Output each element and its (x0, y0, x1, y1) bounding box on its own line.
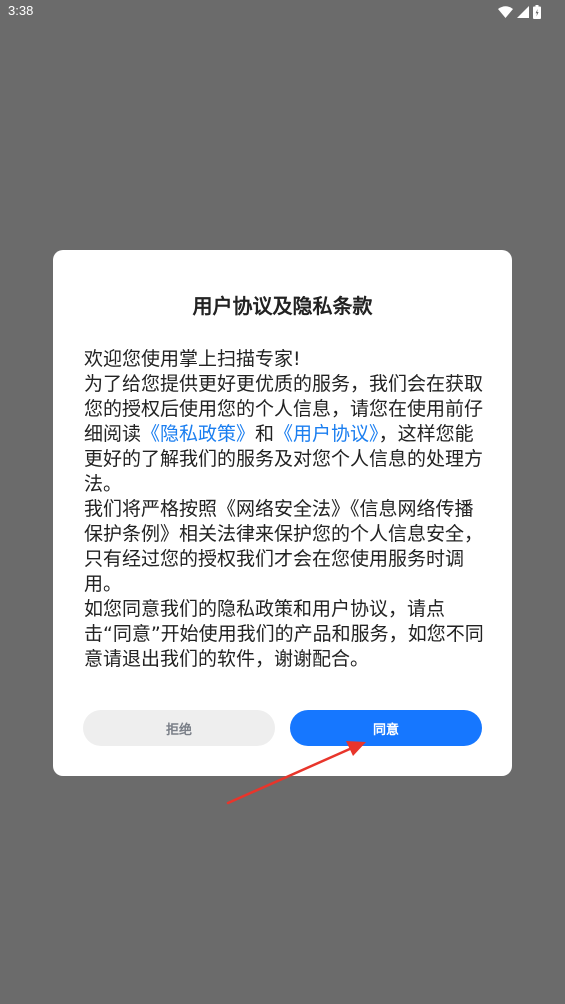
consent-paragraph: 如您同意我们的隐私政策和用户协议，请点击“同意”开始使用我们的产品和服务，如您不… (84, 598, 484, 670)
intro-paragraph: 为了给您提供更好更优质的服务，我们会在获取您的授权后使用您的个人信息，请您在使用… (84, 372, 484, 497)
status-icons (498, 4, 541, 20)
agree-button[interactable]: 同意 (290, 710, 482, 746)
status-time: 3:38 (8, 3, 34, 18)
status-bar: 3:38 (0, 0, 565, 24)
dialog-body: 欢迎您使用掌上扫描专家! 为了给您提供更好更优质的服务，我们会在获取您的授权后使… (84, 347, 484, 672)
privacy-dialog: 用户协议及隐私条款 欢迎您使用掌上扫描专家! 为了给您提供更好更优质的服务，我们… (53, 250, 512, 776)
intro-text-b: 和 (255, 423, 275, 445)
signal-icon (517, 6, 529, 18)
reject-button[interactable]: 拒绝 (83, 710, 275, 746)
user-agreement-link[interactable]: 《用户协议》 (274, 423, 379, 445)
wifi-icon (498, 6, 513, 18)
greeting-text: 欢迎您使用掌上扫描专家! (84, 348, 301, 370)
dialog-title: 用户协议及隐私条款 (192, 294, 373, 318)
battery-icon (533, 5, 541, 19)
law-paragraph: 我们将严格按照《网络安全法》《信息网络传播保护条例》相关法律来保护您的个人信息安… (84, 498, 484, 595)
privacy-policy-link[interactable]: 《隐私政策》 (141, 423, 255, 445)
